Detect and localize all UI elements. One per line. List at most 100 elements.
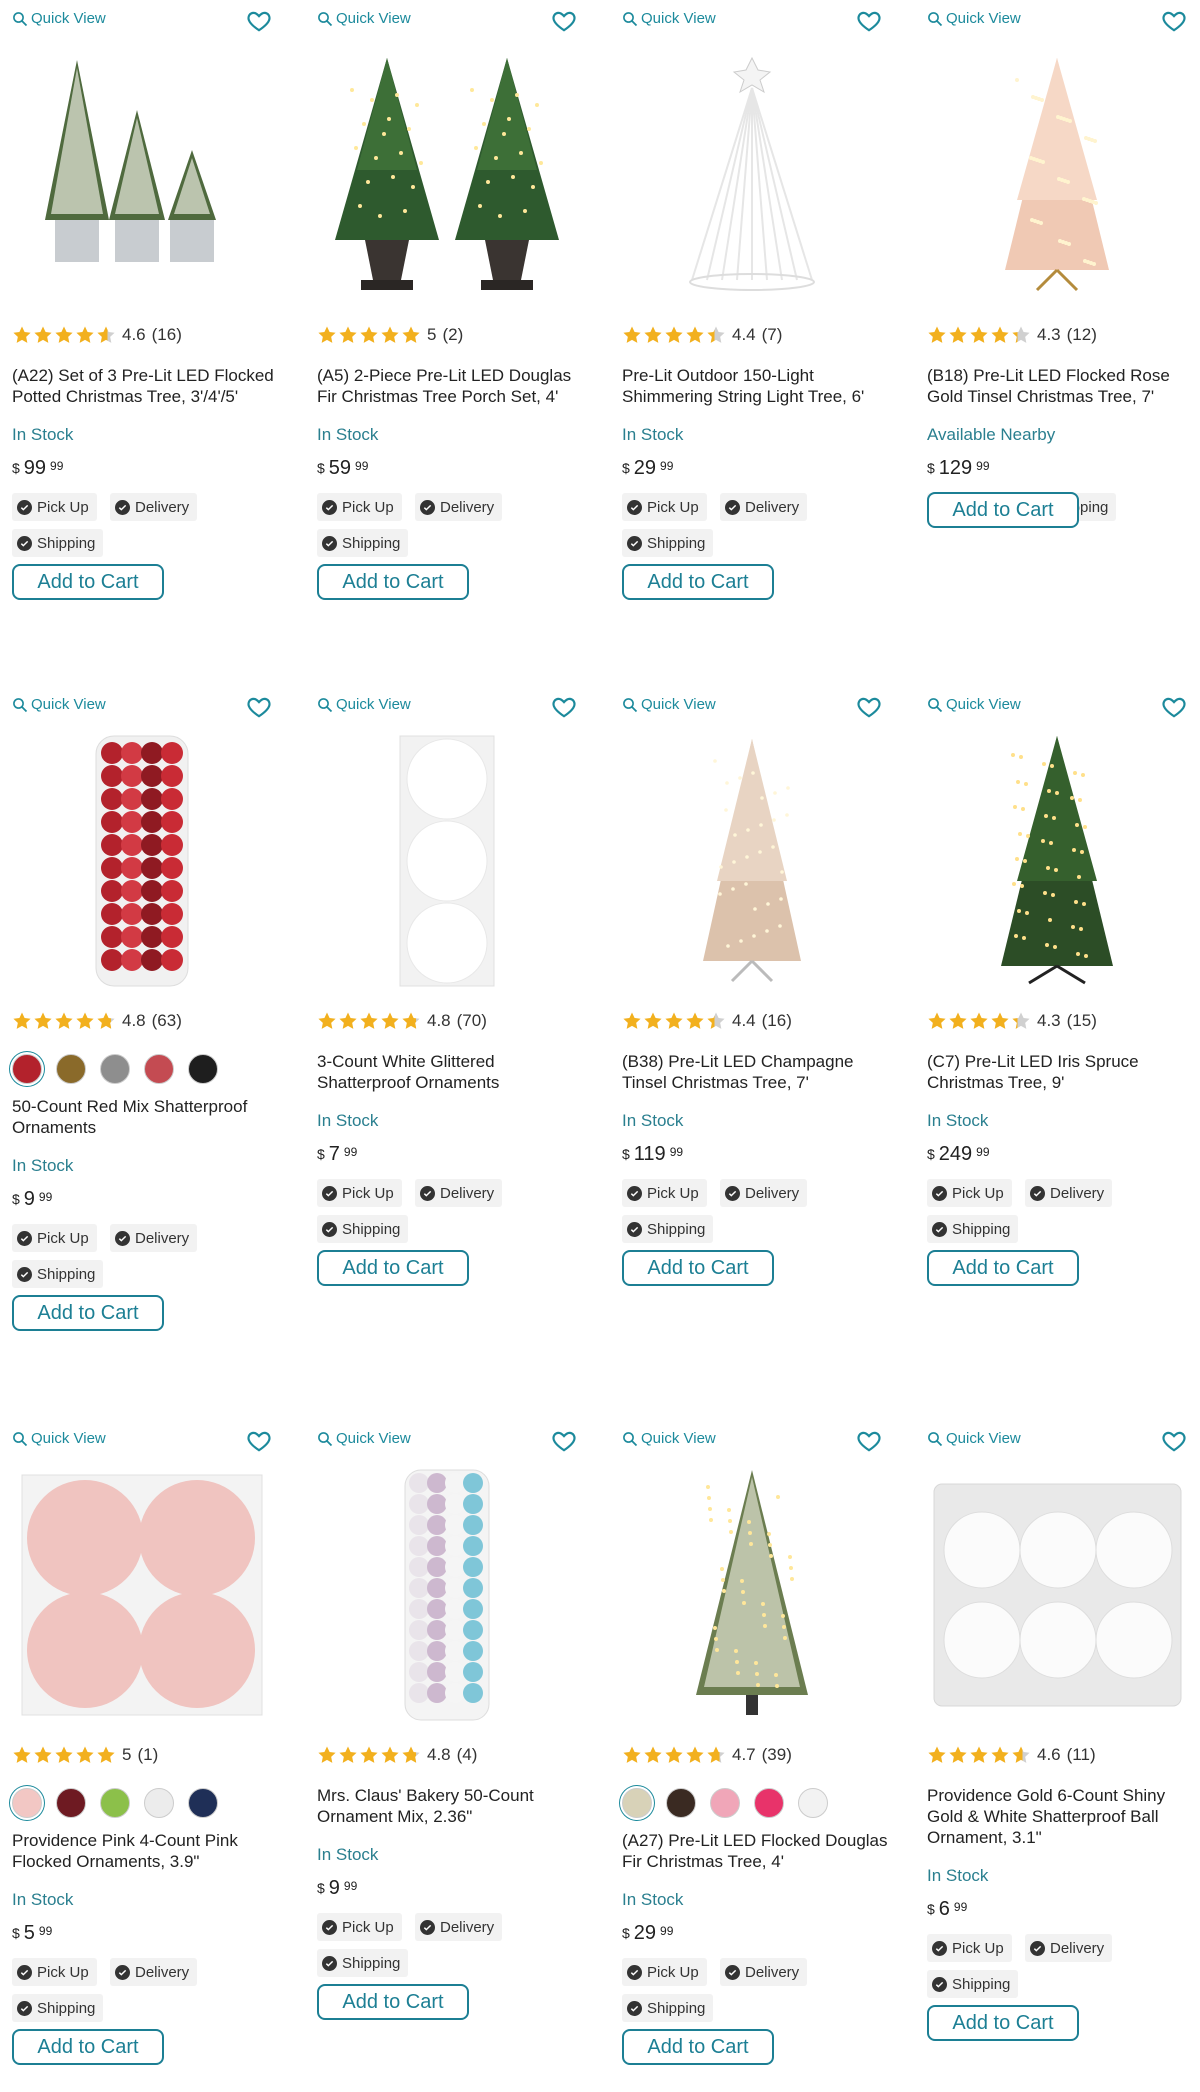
flocked-potted-trees-image[interactable] [12, 40, 272, 310]
bakery-ornaments-tube-image[interactable] [317, 1460, 577, 1730]
product-title[interactable]: Providence Gold 6-Count Shiny Gold & Whi… [927, 1785, 1199, 1848]
quick-view-link[interactable]: Quick View [12, 1430, 106, 1447]
heart-icon[interactable] [856, 1428, 882, 1454]
review-count[interactable]: (63) [152, 1011, 182, 1031]
fulfillment-label: Shipping [37, 1265, 96, 1283]
add-to-cart-button[interactable]: Add to Cart [317, 1984, 469, 2020]
product-title[interactable]: 50-Count Red Mix Shatterproof Ornaments [12, 1096, 284, 1138]
quick-view-link[interactable]: Quick View [927, 696, 1021, 713]
product-title[interactable]: (B38) Pre-Lit LED Champagne Tinsel Chris… [622, 1051, 894, 1093]
heart-icon[interactable] [856, 694, 882, 720]
color-swatch[interactable] [666, 1788, 696, 1818]
flocked-fir-tree-image[interactable] [622, 1460, 882, 1730]
color-swatch[interactable] [754, 1788, 784, 1818]
rose-gold-tree-image[interactable] [927, 40, 1187, 310]
quick-view-label: Quick View [336, 10, 411, 27]
color-swatch[interactable] [100, 1054, 130, 1084]
review-count[interactable]: (16) [152, 325, 182, 345]
product-title[interactable]: (A22) Set of 3 Pre-Lit LED Flocked Potte… [12, 365, 284, 407]
heart-icon[interactable] [1161, 1428, 1187, 1454]
add-to-cart-button[interactable]: Add to Cart [622, 564, 774, 600]
add-to-cart-button[interactable]: Add to Cart [12, 2029, 164, 2065]
star-icon [318, 1012, 336, 1029]
star-icon [55, 326, 73, 343]
color-swatch[interactable] [56, 1788, 86, 1818]
red-ornaments-tube-image[interactable] [12, 726, 272, 996]
product-title[interactable]: Mrs. Claus' Bakery 50-Count Ornament Mix… [317, 1785, 589, 1827]
review-count[interactable]: (70) [457, 1011, 487, 1031]
spruce-tree-image[interactable] [927, 726, 1187, 996]
color-swatch[interactable] [798, 1788, 828, 1818]
heart-icon[interactable] [246, 1428, 272, 1454]
color-swatch[interactable] [144, 1788, 174, 1818]
review-count[interactable]: (7) [762, 325, 783, 345]
product-title[interactable]: (C7) Pre-Lit LED Iris Spruce Christmas T… [927, 1051, 1199, 1093]
color-swatch[interactable] [144, 1054, 174, 1084]
porch-trees-image[interactable] [317, 40, 577, 310]
quick-view-link[interactable]: Quick View [622, 10, 716, 27]
fulfillment-label: Delivery [440, 1918, 495, 1936]
add-to-cart-button[interactable]: Add to Cart [622, 2029, 774, 2065]
white-ornaments-image[interactable] [317, 726, 577, 996]
color-swatch[interactable] [188, 1788, 218, 1818]
add-to-cart-button[interactable]: Add to Cart [927, 492, 1079, 528]
heart-icon[interactable] [551, 1428, 577, 1454]
add-to-cart-button[interactable]: Add to Cart [12, 1295, 164, 1331]
heart-icon[interactable] [1161, 694, 1187, 720]
color-swatch[interactable] [12, 1054, 42, 1084]
product-title[interactable]: (A27) Pre-Lit LED Flocked Douglas Fir Ch… [622, 1830, 894, 1872]
product-title[interactable]: (A5) 2-Piece Pre-Lit LED Douglas Fir Chr… [317, 365, 589, 407]
add-to-cart-button[interactable]: Add to Cart [622, 1250, 774, 1286]
add-to-cart-button[interactable]: Add to Cart [317, 564, 469, 600]
pink-ornaments-image[interactable] [12, 1460, 272, 1730]
add-to-cart-button[interactable]: Add to Cart [927, 2005, 1079, 2041]
add-to-cart-button[interactable]: Add to Cart [927, 1250, 1079, 1286]
color-swatch[interactable] [622, 1788, 652, 1818]
product-title[interactable]: 3-Count White Glittered Shatterproof Orn… [317, 1051, 589, 1093]
quick-view-link[interactable]: Quick View [317, 696, 411, 713]
quick-view-link[interactable]: Quick View [927, 10, 1021, 27]
color-swatch[interactable] [12, 1788, 42, 1818]
string-light-tree-image[interactable] [622, 40, 882, 310]
quick-view-link[interactable]: Quick View [317, 1430, 411, 1447]
heart-icon[interactable] [246, 694, 272, 720]
color-swatch[interactable] [188, 1054, 218, 1084]
quick-view-link[interactable]: Quick View [12, 10, 106, 27]
review-count[interactable]: (39) [762, 1745, 792, 1765]
review-count[interactable]: (12) [1067, 325, 1097, 345]
heart-icon[interactable] [856, 8, 882, 34]
review-count[interactable]: (16) [762, 1011, 792, 1031]
quick-view-link[interactable]: Quick View [622, 696, 716, 713]
heart-icon[interactable] [551, 8, 577, 34]
champagne-tree-image[interactable] [622, 726, 882, 996]
price-cents: 99 [953, 1900, 968, 1914]
review-count[interactable]: (1) [137, 1745, 158, 1765]
rating: 4.4 (16) [622, 1011, 792, 1031]
add-to-cart-button[interactable]: Add to Cart [12, 564, 164, 600]
quick-view-link[interactable]: Quick View [12, 696, 106, 713]
quick-view-link[interactable]: Quick View [927, 1430, 1021, 1447]
color-swatch[interactable] [710, 1788, 740, 1818]
star-icon [402, 1746, 420, 1763]
rating-value: 4.3 [1037, 325, 1061, 344]
product-title[interactable]: Pre-Lit Outdoor 150-Light Shimmering Str… [622, 365, 894, 407]
product-title[interactable]: (B18) Pre-Lit LED Flocked Rose Gold Tins… [927, 365, 1199, 407]
heart-icon[interactable] [246, 8, 272, 34]
color-swatch[interactable] [100, 1788, 130, 1818]
star-icon [644, 1746, 662, 1763]
quick-view-link[interactable]: Quick View [317, 10, 411, 27]
heart-icon[interactable] [1161, 8, 1187, 34]
quick-view-link[interactable]: Quick View [622, 1430, 716, 1447]
product-title[interactable]: Providence Pink 4-Count Pink Flocked Orn… [12, 1830, 284, 1872]
review-count[interactable]: (11) [1067, 1745, 1096, 1765]
review-count[interactable]: (4) [457, 1745, 478, 1765]
color-swatch[interactable] [56, 1054, 86, 1084]
add-to-cart-button[interactable]: Add to Cart [317, 1250, 469, 1286]
heart-icon[interactable] [551, 694, 577, 720]
price: $ 29 99 [622, 457, 673, 480]
star-icon [686, 326, 704, 343]
review-count[interactable]: (2) [442, 325, 463, 345]
review-count[interactable]: (15) [1067, 1011, 1097, 1031]
currency-symbol: $ [927, 1146, 935, 1162]
gold-white-ornaments-box-image[interactable] [927, 1460, 1187, 1730]
